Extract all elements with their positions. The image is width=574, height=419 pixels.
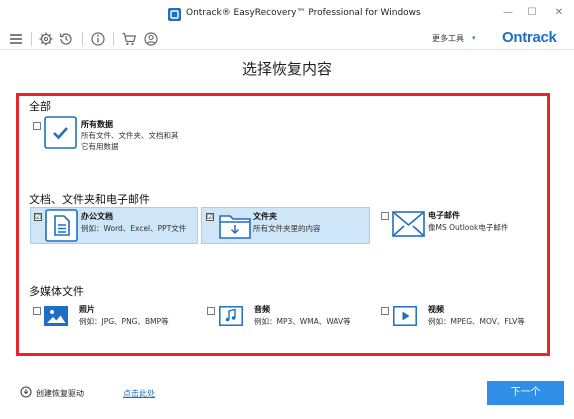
close-button[interactable]: ✕ (551, 6, 567, 20)
checkbox-video[interactable] (381, 307, 389, 315)
option-title: 文件夹 (253, 212, 277, 221)
option-desc: 像MS Outlook电子邮件 (428, 223, 509, 232)
option-desc: 例如：MP3、WMA、WAV等 (254, 317, 351, 326)
option-title: 照片 (79, 305, 95, 314)
option-desc: 它有用数据 (81, 142, 119, 151)
cart-icon[interactable] (121, 31, 137, 47)
document-icon (45, 209, 78, 242)
music-note-icon (219, 306, 243, 326)
envelope-icon (392, 211, 425, 237)
checkbox-audio[interactable] (207, 307, 215, 315)
section-title-multimedia: 多媒体文件 (29, 285, 84, 298)
toolbar-divider (31, 32, 32, 46)
option-title: 办公文档 (81, 212, 113, 221)
option-desc: 所有文件、文件夹、文档和其 (81, 131, 179, 140)
option-photos[interactable]: 照片 例如：JPG、PNG、BMP等 (44, 303, 194, 329)
folder-icon (219, 215, 251, 239)
option-audio[interactable]: 音频 例如：MP3、WMA、WAV等 (219, 303, 369, 329)
checkbox-folders[interactable]: ☑ (206, 213, 214, 221)
menu-icon[interactable] (8, 31, 24, 47)
maximize-button[interactable]: ☐ (524, 6, 540, 20)
option-title: 电子邮件 (428, 211, 460, 220)
option-desc: 例如：MPEG、MOV、FLV等 (428, 317, 525, 326)
section-title-all: 全部 (29, 100, 51, 113)
image-icon (44, 306, 68, 326)
history-icon[interactable] (58, 31, 74, 47)
checkbox-office-docs[interactable]: ☑ (34, 213, 42, 221)
user-icon[interactable] (143, 31, 159, 47)
option-title: 所有数据 (81, 120, 113, 129)
option-email[interactable]: 电子邮件 像MS Outlook电子邮件 (392, 208, 542, 245)
option-folders[interactable]: ☑ 文件夹 所有文件夹里的内容 (201, 207, 370, 244)
toolbar: 更多工具 ▾ Ontrack (0, 28, 574, 50)
toolbar-divider (113, 32, 114, 46)
create-recovery-drive-label[interactable]: 创建恢复驱动 (36, 388, 84, 399)
minimize-button[interactable]: — (500, 6, 516, 20)
play-icon (393, 306, 417, 326)
checkbox-photos[interactable] (33, 307, 41, 315)
click-here-link[interactable]: 点击此处 (123, 388, 155, 399)
option-all-data[interactable]: 所有数据 所有文件、文件夹、文档和其 它有用数据 (44, 116, 204, 153)
option-title: 音频 (254, 305, 270, 314)
ontrack-logo-icon (168, 8, 181, 21)
recovery-drive-icon[interactable] (20, 386, 32, 398)
option-desc: 例如：Word、Excel、PPT文件 (81, 224, 187, 233)
option-office-docs[interactable]: ☑ 办公文档 例如：Word、Excel、PPT文件 (30, 207, 198, 244)
settings-icon[interactable] (38, 31, 54, 47)
toolbar-divider (82, 32, 83, 46)
option-title: 视频 (428, 305, 444, 314)
brand-logo: Ontrack (502, 29, 557, 46)
title-bar: Ontrack® EasyRecovery™ Professional for … (0, 0, 574, 28)
checkmark-icon (44, 116, 77, 149)
info-icon[interactable] (90, 31, 106, 47)
checkbox-all-data[interactable] (33, 122, 41, 130)
next-button[interactable]: 下一个 (487, 381, 564, 405)
checkbox-email[interactable] (381, 212, 389, 220)
option-desc: 所有文件夹里的内容 (253, 224, 321, 233)
option-desc: 例如：JPG、PNG、BMP等 (79, 317, 169, 326)
more-tools-menu[interactable]: 更多工具 (432, 33, 464, 44)
window-title: Ontrack® EasyRecovery™ Professional for … (186, 8, 421, 18)
chevron-down-icon[interactable]: ▾ (472, 34, 476, 42)
section-title-documents: 文档、文件夹和电子邮件 (29, 193, 150, 206)
page-title: 选择恢复内容 (241, 60, 332, 78)
option-video[interactable]: 视频 例如：MPEG、MOV、FLV等 (393, 303, 543, 329)
